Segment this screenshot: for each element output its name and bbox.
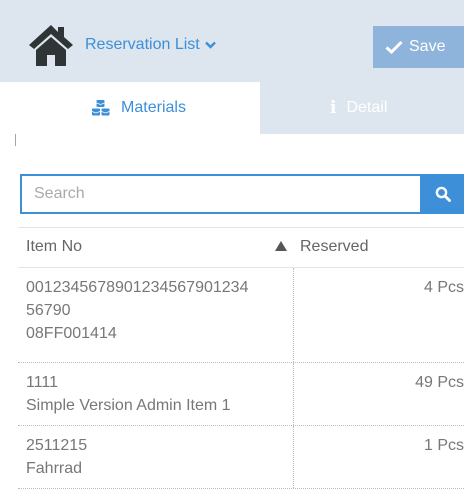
cubes-icon	[91, 100, 110, 116]
column-header-item-no[interactable]: Item No	[26, 238, 82, 256]
item-description: Fahrrad	[26, 460, 83, 477]
item-number: 2511215	[26, 437, 88, 454]
reserved-cell: 49 Pcs	[415, 374, 464, 391]
reserved-cell: 4 Pcs	[423, 279, 464, 296]
chevron-down-icon	[204, 41, 216, 49]
reserved-cell: 1 Pcs	[423, 437, 464, 454]
tab-materials[interactable]: Materials	[17, 82, 260, 134]
table-row[interactable]: 1111 Simple Version Admin Item 1 49 Pcs	[18, 363, 464, 426]
table-row[interactable]: 0012345678901234567901234 56790 08FF0014…	[18, 268, 464, 363]
item-no-cell: 2511215 Fahrrad	[18, 426, 294, 488]
item-number: 0012345678901234567901234	[26, 279, 249, 296]
search-input[interactable]	[20, 174, 422, 214]
item-no-cell: 1111 Simple Version Admin Item 1	[18, 363, 294, 425]
item-number: 1111	[26, 374, 59, 391]
item-code: 08FF001414	[26, 325, 117, 342]
search-icon	[435, 186, 451, 202]
item-no-cell: 0012345678901234567901234 56790 08FF0014…	[18, 268, 294, 362]
item-description: Simple Version Admin Item 1	[26, 397, 231, 414]
sort-ascending-icon[interactable]	[274, 240, 288, 252]
save-button[interactable]: Save	[373, 26, 464, 68]
item-number-continued: 56790	[26, 302, 71, 319]
info-icon: i	[330, 98, 337, 118]
column-header-reserved[interactable]: Reserved	[300, 238, 368, 256]
table-header: Item No Reserved	[18, 227, 464, 268]
app-header: Reservation List Save	[0, 0, 464, 82]
tab-detail[interactable]: i Detail	[260, 82, 464, 134]
search-button[interactable]	[422, 174, 464, 214]
tab-materials-label: Materials	[121, 99, 186, 116]
page-title: Reservation List	[85, 36, 200, 53]
check-icon	[385, 40, 403, 54]
divider	[15, 134, 18, 146]
save-label: Save	[409, 38, 446, 55]
home-icon[interactable]	[27, 23, 75, 67]
tab-bar: Materials i Detail	[0, 82, 464, 134]
tab-detail-label: Detail	[346, 99, 388, 116]
search-bar	[20, 174, 464, 214]
reservation-table: Item No Reserved 00123456789012345679012…	[18, 227, 464, 489]
reservation-list-dropdown[interactable]: Reservation List	[85, 36, 216, 54]
table-row[interactable]: 2511215 Fahrrad 1 Pcs	[18, 426, 464, 489]
